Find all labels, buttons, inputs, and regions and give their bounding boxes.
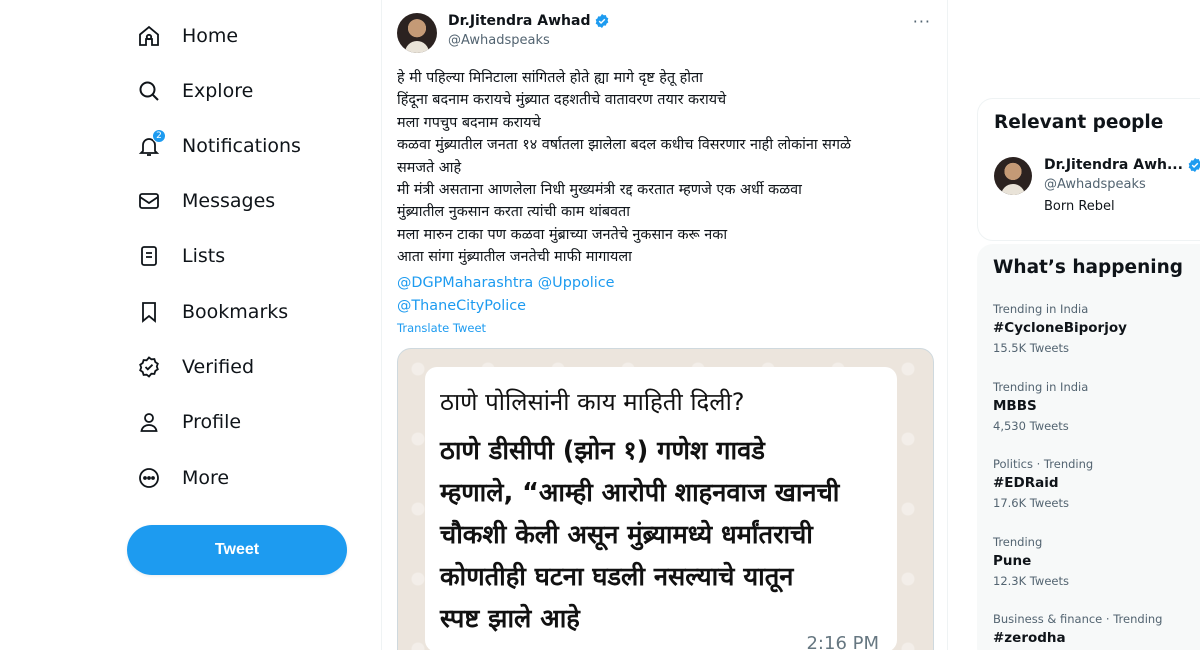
bookmark-icon bbox=[136, 299, 162, 325]
tweet-line: आता सांगा मुंब्र्यातील जनतेची माफी मागाय… bbox=[397, 249, 632, 266]
mention-link[interactable]: @DGPMaharashtra @Uppolice bbox=[397, 272, 615, 294]
more-circle-icon bbox=[136, 465, 162, 491]
trend-item[interactable]: Trending Pune 12.3K Tweets bbox=[993, 535, 1069, 588]
media-bold-line: चौकशी केली असून मुंब्र्यामध्ये धर्मांतरा… bbox=[440, 520, 813, 550]
tweet-line: मला मारुन टाका पण कळवा मुंब्राच्या जनतेच… bbox=[397, 226, 728, 243]
panel-title: Relevant people bbox=[994, 112, 1164, 133]
avatar[interactable] bbox=[994, 157, 1032, 195]
trend-name: #zerodha bbox=[993, 630, 1066, 646]
trend-context: Trending bbox=[993, 535, 1043, 549]
nav-label: More bbox=[182, 467, 230, 489]
more-options-icon[interactable]: ··· bbox=[913, 12, 931, 31]
tweet-line: हिंदूना बदनाम करायचे मुंब्र्यात दहशतीचे … bbox=[397, 92, 727, 109]
person-name: Dr.Jitendra Awh... bbox=[1044, 157, 1183, 173]
trend-item[interactable]: Business & finance · Trending #zerodha bbox=[993, 612, 1162, 650]
trend-name: #EDRaid bbox=[993, 475, 1059, 491]
trend-item[interactable]: Trending in India #CycloneBiporjoy 15.5K… bbox=[993, 302, 1127, 355]
media-bold-line: स्पष्ट झाले आहे bbox=[440, 604, 580, 634]
panel-title: What’s happening bbox=[993, 257, 1183, 278]
nav-item-more[interactable]: More bbox=[128, 456, 229, 500]
nav-item-verified[interactable]: Verified bbox=[128, 345, 254, 389]
media-bold-line: म्हणाले, “आम्ही आरोपी शाहनवाज खानची bbox=[440, 478, 840, 508]
trend-count: 15.5K Tweets bbox=[993, 341, 1069, 355]
nav-item-lists[interactable]: Lists bbox=[128, 234, 225, 278]
person-icon bbox=[136, 409, 162, 435]
nav-label: Profile bbox=[182, 411, 242, 433]
trend-name: #CycloneBiporjoy bbox=[993, 320, 1127, 336]
tweet-detail: Dr.Jitendra Awhad @Awhadspeaks ··· हे मी… bbox=[381, 0, 948, 650]
nav-item-home[interactable]: Home bbox=[128, 14, 238, 58]
trend-context: Trending in India bbox=[993, 302, 1089, 316]
trend-context: Trending in India bbox=[993, 380, 1089, 394]
author-avatar[interactable] bbox=[397, 13, 437, 53]
trend-count: 17.6K Tweets bbox=[993, 496, 1069, 510]
verified-check-icon bbox=[596, 14, 609, 28]
trend-count: 4,530 Tweets bbox=[993, 419, 1069, 433]
nav-item-notifications[interactable]: 2 Notifications bbox=[128, 124, 301, 168]
nav-label: Messages bbox=[182, 190, 276, 212]
nav-item-profile[interactable]: Profile bbox=[128, 400, 241, 444]
nav-label: Home bbox=[182, 25, 239, 47]
trend-context: Business & finance · Trending bbox=[993, 612, 1163, 626]
nav-label: Verified bbox=[182, 356, 255, 378]
media-bold-line: कोणतीही घटना घडली नसल्याचे यातून bbox=[440, 562, 794, 592]
nav-label: Lists bbox=[182, 245, 226, 267]
media-timestamp: 2:16 PM bbox=[806, 633, 879, 650]
whats-happening-panel: What’s happening Trending in India #Cycl… bbox=[977, 244, 1200, 650]
relevant-people-panel: Relevant people Dr.Jitendra Awh... @Awha… bbox=[977, 98, 1200, 241]
nav-item-explore[interactable]: Explore bbox=[128, 69, 253, 113]
media-bold-line: ठाणे डीसीपी (झोन १) गणेश गावडे bbox=[440, 436, 765, 466]
person-name-row[interactable]: Dr.Jitendra Awh... bbox=[1044, 157, 1200, 173]
right-sidebar: Relevant people Dr.Jitendra Awh... @Awha… bbox=[977, 0, 1200, 650]
trend-item[interactable]: Politics · Trending #EDRaid 17.6K Tweets bbox=[993, 457, 1093, 510]
bell-icon: 2 bbox=[136, 129, 166, 159]
nav-item-messages[interactable]: Messages bbox=[128, 179, 275, 223]
tweet-line: मुंब्र्यातील नुकसान करता त्यांची काम थां… bbox=[397, 204, 630, 221]
media-question-text: ठाणे पोलिसांनी काय माहिती दिली? bbox=[440, 388, 745, 416]
person-bio: Born Rebel bbox=[1044, 199, 1115, 214]
trend-name: Pune bbox=[993, 553, 1032, 569]
tweet-button[interactable]: Tweet bbox=[127, 525, 347, 575]
nav-label: Notifications bbox=[182, 135, 301, 157]
author-name-row[interactable]: Dr.Jitendra Awhad bbox=[448, 13, 610, 29]
translate-tweet-link[interactable]: Translate Tweet bbox=[397, 321, 486, 335]
verified-check-icon bbox=[1188, 158, 1200, 172]
nav-item-bookmarks[interactable]: Bookmarks bbox=[128, 290, 288, 334]
mention-link[interactable]: @ThaneCityPolice bbox=[397, 295, 526, 317]
tweet-line: हे मी पहिल्या मिनिटाला सांगितले होते ह्य… bbox=[397, 70, 703, 86]
list-icon bbox=[136, 243, 162, 269]
tweet-media-image[interactable]: ठाणे पोलिसांनी काय माहिती दिली? ठाणे डीस… bbox=[397, 348, 934, 650]
tweet-line: समजते आहे bbox=[397, 159, 462, 176]
verified-badge-icon bbox=[136, 354, 162, 380]
search-icon bbox=[136, 78, 162, 104]
author-name: Dr.Jitendra Awhad bbox=[448, 13, 591, 29]
tweet-line: मला गपचुप बदनाम करायचे bbox=[397, 114, 541, 131]
trend-item[interactable]: Trending in India MBBS 4,530 Tweets bbox=[993, 380, 1088, 433]
trend-name: MBBS bbox=[993, 398, 1037, 414]
left-nav: Home Explore 2 Notifications Messages Li… bbox=[0, 0, 380, 650]
trend-count: 12.3K Tweets bbox=[993, 574, 1069, 588]
envelope-icon bbox=[136, 188, 162, 214]
chat-bubble: ठाणे पोलिसांनी काय माहिती दिली? ठाणे डीस… bbox=[425, 367, 897, 650]
notification-count-badge: 2 bbox=[152, 129, 166, 143]
trend-context: Politics · Trending bbox=[993, 457, 1094, 471]
home-icon bbox=[136, 23, 162, 49]
person-handle[interactable]: @Awhadspeaks bbox=[1044, 177, 1146, 192]
tweet-line: कळवा मुंब्र्यातील जनता १४ वर्षातला झालेल… bbox=[397, 137, 851, 154]
nav-label: Bookmarks bbox=[182, 301, 289, 323]
author-handle[interactable]: @Awhadspeaks bbox=[448, 33, 550, 48]
tweet-text: हे मी पहिल्या मिनिटाला सांगितले होते ह्य… bbox=[397, 67, 942, 269]
nav-label: Explore bbox=[182, 80, 254, 102]
tweet-line: मी मंत्री असताना आणलेला निधी मुख्यमंत्री… bbox=[397, 182, 802, 199]
